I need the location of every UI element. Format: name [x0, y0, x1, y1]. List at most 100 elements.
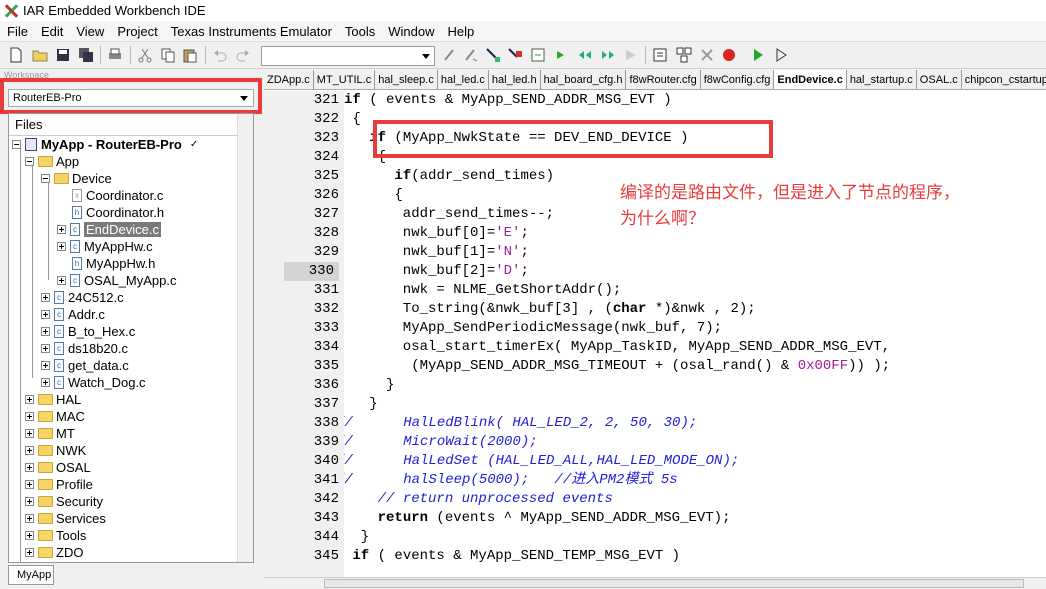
- menu-view[interactable]: View: [69, 21, 110, 42]
- expand-icon[interactable]: [41, 293, 50, 302]
- debug-without-download-icon[interactable]: [773, 47, 789, 63]
- code-line[interactable]: {: [344, 186, 402, 205]
- redo-icon[interactable]: [235, 47, 251, 63]
- code-line[interactable]: MyApp_SendPeriodicMessage(nwk_buf, 7);: [344, 319, 722, 338]
- make-icon[interactable]: [676, 47, 692, 63]
- horizontal-scrollbar[interactable]: [264, 577, 1046, 589]
- code-line[interactable]: }: [344, 528, 369, 547]
- tree-node-addr-c[interactable]: c Addr.c: [41, 306, 105, 323]
- code-line[interactable]: // MicroWait(2000);: [344, 433, 538, 452]
- code-line[interactable]: // HalLedSet (HAL_LED_ALL,HAL_LED_MODE_O…: [344, 452, 739, 471]
- code-line[interactable]: }: [344, 376, 394, 395]
- save-icon[interactable]: [55, 47, 71, 63]
- tab-mt-util-c[interactable]: MT_UTIL.c: [314, 70, 376, 89]
- expand-icon[interactable]: [25, 497, 34, 506]
- expand-icon[interactable]: [25, 446, 34, 455]
- tree-node-watch-dog-c[interactable]: c Watch_Dog.c: [41, 374, 146, 391]
- chevron-down-icon[interactable]: [422, 54, 430, 59]
- tree-node-b-to-hex-c[interactable]: c B_to_Hex.c: [41, 323, 135, 340]
- collapse-icon[interactable]: [25, 157, 34, 166]
- expand-icon[interactable]: [25, 412, 34, 421]
- next-bookmark-icon[interactable]: [554, 47, 570, 63]
- code-line[interactable]: if ( events & MyApp_SEND_TEMP_MSG_EVT ): [344, 547, 680, 566]
- tree-node-device[interactable]: Device: [41, 170, 112, 187]
- navigate-forward-icon[interactable]: [600, 47, 616, 63]
- tab-hal-led-c[interactable]: hal_led.c: [438, 70, 489, 89]
- save-all-icon[interactable]: [78, 47, 94, 63]
- expand-icon[interactable]: [41, 361, 50, 370]
- tab-osal-c[interactable]: OSAL.c: [917, 70, 962, 89]
- code-area[interactable]: if ( events & MyApp_SEND_ADDR_MSG_EVT ) …: [344, 91, 1046, 577]
- compile-icon[interactable]: [652, 47, 668, 63]
- expand-icon[interactable]: [57, 276, 66, 285]
- code-line[interactable]: }: [344, 395, 377, 414]
- expand-icon[interactable]: [25, 548, 34, 557]
- breakpoint-gutter[interactable]: [264, 91, 284, 577]
- tab-chipcon-cstartup[interactable]: chipcon_cstartup: [962, 70, 1046, 89]
- tree-node-24c512-c[interactable]: c 24C512.c: [41, 289, 124, 306]
- toggle-breakpoint-icon[interactable]: [721, 47, 737, 63]
- files-scrollbar[interactable]: [237, 114, 253, 562]
- find-next-icon[interactable]: [463, 47, 479, 63]
- expand-icon[interactable]: [57, 242, 66, 251]
- tree-node-coordinator-h[interactable]: h Coordinator.h: [72, 204, 164, 221]
- tree-node-services[interactable]: Services: [25, 510, 106, 527]
- tree-node-osal[interactable]: OSAL: [25, 459, 91, 476]
- menu-help[interactable]: Help: [441, 21, 481, 42]
- open-folder-icon[interactable]: [32, 47, 48, 63]
- tree-node-osal-myapp-c[interactable]: c OSAL_MyApp.c: [57, 272, 177, 289]
- code-line[interactable]: // return unprocessed events: [344, 490, 613, 509]
- code-line[interactable]: {: [344, 110, 360, 129]
- expand-icon[interactable]: [25, 395, 34, 404]
- download-and-debug-icon[interactable]: [750, 47, 766, 63]
- tree-node-zdo[interactable]: ZDO: [25, 544, 83, 561]
- menu-project[interactable]: Project: [110, 21, 163, 42]
- files-header[interactable]: Files: [9, 114, 237, 136]
- expand-icon[interactable]: [25, 429, 34, 438]
- go-to-icon[interactable]: [507, 47, 523, 63]
- menu-file[interactable]: File: [0, 21, 34, 42]
- paste-icon[interactable]: [182, 47, 198, 63]
- toggle-bookmark-icon[interactable]: [530, 47, 546, 63]
- tab-zdapp-c[interactable]: ZDApp.c: [264, 70, 314, 89]
- navigate-back-icon[interactable]: [577, 47, 593, 63]
- cut-icon[interactable]: [137, 47, 153, 63]
- code-line[interactable]: // halSleep(5000); //进入PM2模式 5s: [344, 471, 678, 490]
- expand-icon[interactable]: [25, 480, 34, 489]
- expand-icon[interactable]: [57, 225, 66, 234]
- expand-icon[interactable]: [25, 463, 34, 472]
- code-line[interactable]: nwk_buf[1]='N';: [344, 243, 529, 262]
- tree-node-coordinator-c[interactable]: x Coordinator.c: [72, 187, 163, 204]
- scroll-thumb[interactable]: [324, 579, 1024, 588]
- tab-hal-sleep-c[interactable]: hal_sleep.c: [375, 70, 438, 89]
- find-in-files-icon[interactable]: [485, 47, 501, 63]
- tree-node-security[interactable]: Security: [25, 493, 103, 510]
- undo-icon[interactable]: [212, 47, 228, 63]
- tree-node-app[interactable]: App: [25, 153, 79, 170]
- code-line[interactable]: if ( events & MyApp_SEND_ADDR_MSG_EVT ): [344, 91, 672, 110]
- expand-icon[interactable]: [25, 531, 34, 540]
- tree-node-get-data-c[interactable]: c get_data.c: [41, 357, 129, 374]
- code-line[interactable]: nwk_buf[0]='E';: [344, 224, 529, 243]
- tree-node-mac[interactable]: MAC: [25, 408, 85, 425]
- menu-ti-emulator[interactable]: Texas Instruments Emulator: [164, 21, 338, 42]
- tab-hal-startup-c[interactable]: hal_startup.c: [847, 70, 917, 89]
- menu-tools[interactable]: Tools: [338, 21, 381, 42]
- collapse-icon[interactable]: [12, 140, 21, 149]
- tree-node-myapphw-c[interactable]: c MyAppHw.c: [57, 238, 153, 255]
- find-icon[interactable]: [442, 47, 458, 63]
- tab-hal-led-h[interactable]: hal_led.h: [489, 70, 541, 89]
- code-line[interactable]: To_string(&nwk_buf[3] , (char *)&nwk , 2…: [344, 300, 756, 319]
- print-icon[interactable]: [107, 47, 123, 63]
- tree-node-ds18b20-c[interactable]: c ds18b20.c: [41, 340, 128, 357]
- code-line[interactable]: return (events ^ MyApp_SEND_ADDR_MSG_EVT…: [344, 509, 731, 528]
- new-file-icon[interactable]: [8, 47, 24, 63]
- stop-build-icon[interactable]: [699, 47, 715, 63]
- expand-icon[interactable]: [41, 344, 50, 353]
- tree-node-profile[interactable]: Profile: [25, 476, 93, 493]
- tree-node-myapphw-h[interactable]: h MyAppHw.h: [72, 255, 155, 272]
- code-line[interactable]: // HalLedBlink( HAL_LED_2, 2, 50, 30);: [344, 414, 697, 433]
- code-line[interactable]: nwk_buf[2]='D';: [344, 262, 529, 281]
- menu-edit[interactable]: Edit: [34, 21, 69, 42]
- code-line[interactable]: (MyApp_SEND_ADDR_MSG_TIMEOUT + (osal_ran…: [344, 357, 890, 376]
